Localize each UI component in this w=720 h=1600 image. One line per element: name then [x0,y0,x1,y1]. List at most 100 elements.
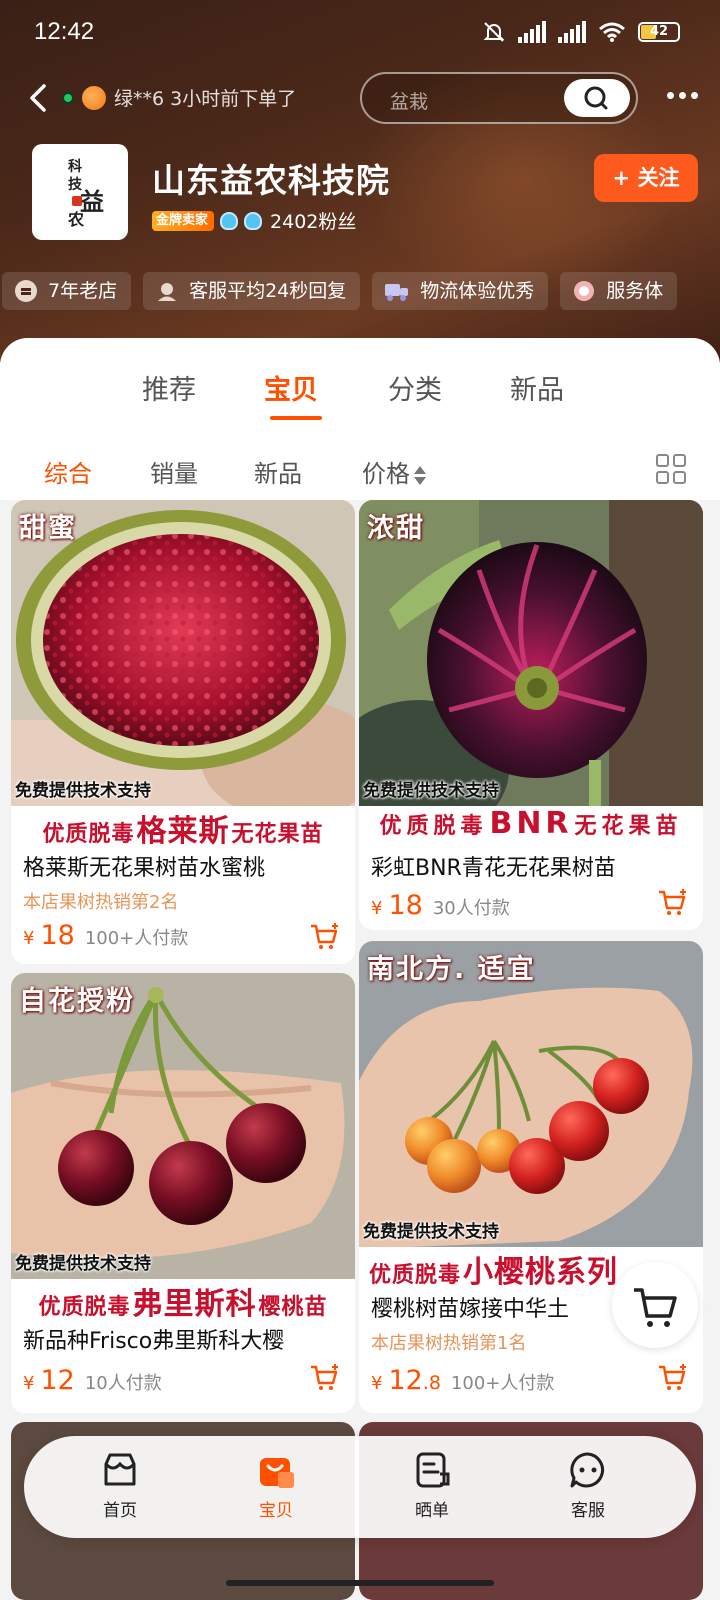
promo-banner: 优质脱毒 BNR 无花果苗 [359,806,703,846]
product-card[interactable]: 浓甜 免费提供技术支持 优质脱毒 BNR 无花果苗 彩虹BNR青花无花果树苗 ¥18… [359,500,703,930]
product-price: 12 [388,1365,423,1396]
product-rank: 本店果树热销第1名 [371,1333,527,1354]
online-dot-icon [62,91,74,104]
truck-icon [385,284,409,301]
add-to-cart-icon[interactable] [309,1363,341,1393]
nav-reviews[interactable]: 晒单 [382,1450,482,1521]
status-icons: 42 [482,20,680,44]
floating-cart-button[interactable] [612,1262,698,1348]
product-price-decimal: .8 [422,1372,441,1394]
customer-service-icon [158,283,177,301]
tag-logistics[interactable]: 物流体验优秀 [372,272,549,310]
sort-overall[interactable]: 综合 [44,454,92,489]
product-title[interactable]: 格莱斯无花果树苗水蜜桃 [23,850,347,882]
tag-store-age[interactable]: 7年老店 [2,272,132,310]
paid-count: 30人付款 [432,898,510,919]
paid-count: 100+人付款 [84,928,189,949]
tab-items[interactable]: 宝贝 [264,368,318,407]
tech-support-label: 免费提供技术支持 [363,1222,499,1242]
gold-seller-badge: 金牌卖家 [152,210,215,231]
search-placeholder: 盆栽 [390,91,429,113]
nav-items[interactable]: 宝贝 [226,1450,326,1521]
price-row: ¥18 30人付款 [371,890,510,921]
product-image[interactable]: 自花授粉 免费提供技术支持 [11,973,355,1281]
cart-icon [634,1288,677,1327]
home-icon [104,1453,136,1486]
search-button[interactable] [564,79,630,117]
tag-service[interactable]: 服务体 [560,272,678,310]
product-rank: 本店果树热销第2名 [23,892,179,913]
add-to-cart-icon[interactable] [309,922,341,952]
nav-home[interactable]: 首页 [70,1450,170,1521]
product-card[interactable]: 自花授粉 免费提供技术支持 优质脱毒 弗里斯科 樱桃苗 新品种Frisco弗里斯科大… [11,973,355,1413]
product-badge: 浓甜 [367,513,425,544]
store-info: 科 技 益 农 山东益农科技院 金牌卖家 2402粉丝 + 关注 [32,144,698,244]
crown-icon [220,211,239,230]
tab-new[interactable]: 新品 [510,368,564,407]
signal-icon-1 [518,21,546,43]
logo-seal [72,196,82,206]
product-badge: 甜蜜 [19,513,77,544]
sort-new[interactable]: 新品 [254,454,302,489]
product-title[interactable]: 新品种Frisco弗里斯科大樱 [23,1323,347,1355]
bag-icon [260,1458,294,1488]
nav-customer-service[interactable]: 客服 [538,1450,638,1521]
product-image[interactable]: 甜蜜 免费提供技术支持 [11,500,355,808]
back-icon[interactable] [22,80,58,116]
panel-header: 推荐 宝贝 分类 新品 综合 销量 新品 价格 [0,338,720,500]
tech-support-label: 免费提供技术支持 [15,1254,151,1274]
search-input[interactable]: 盆栽 [360,72,638,124]
search-icon [584,86,608,110]
tag-customer-service[interactable]: 客服平均24秒回复 [143,272,361,310]
service-icon [574,281,595,301]
sort-arrows-icon [414,465,426,485]
product-image[interactable]: 浓甜 免费提供技术支持 [359,500,703,808]
grid-view-icon[interactable] [656,454,688,486]
buyer-avatar [82,85,106,110]
mute-bell-icon [483,22,505,42]
price-row: ¥12 10人付款 [23,1365,162,1396]
bottom-nav: 首页 宝贝 晒单 客服 [24,1436,696,1538]
product-card[interactable]: 甜蜜 免费提供技术支持 优质脱毒 格莱斯 无花果苗 格莱斯无花果树苗水蜜桃 本店果树… [11,500,355,964]
product-image[interactable]: 南北方. 适宜 免费提供技术支持 [359,941,703,1249]
promo-banner: 优质脱毒 格莱斯 无花果苗 [11,806,355,846]
follow-button[interactable]: + 关注 [594,154,698,202]
sort-sales[interactable]: 销量 [150,454,198,489]
product-badge: 自花授粉 [19,986,135,1017]
recent-order-notice: 绿**6 3小时前下单了 [62,84,296,111]
product-price: 18 [40,920,75,951]
review-icon [416,1452,450,1488]
paid-count: 10人付款 [84,1373,162,1394]
store-logo[interactable]: 科 技 益 农 [32,144,128,240]
crown-icon [244,211,263,230]
store-name[interactable]: 山东益农科技院 [152,154,390,202]
top-nav: 绿**6 3小时前下单了 盆栽 [0,70,720,126]
store-age-icon [15,280,37,302]
signal-icon-2 [558,21,586,43]
tech-support-label: 免费提供技术支持 [363,781,499,801]
product-price: 18 [388,890,423,921]
product-title[interactable]: 彩虹BNR青花无花果树苗 [371,850,695,882]
price-row: ¥12.8 100+人付款 [371,1365,555,1396]
tech-support-label: 免费提供技术支持 [15,781,151,801]
product-price: 12 [40,1365,75,1396]
battery-level: 42 [649,24,669,39]
tab-underline [270,416,322,420]
tab-recommend[interactable]: 推荐 [142,368,196,407]
store-meta: 金牌卖家 2402粉丝 [152,207,356,234]
battery-icon: 42 [638,22,680,42]
product-badge: 南北方. 适宜 [367,954,536,985]
add-to-cart-icon[interactable] [657,888,689,918]
status-bar: 12:42 42 [0,0,720,66]
status-time: 12:42 [34,18,95,45]
home-indicator[interactable] [226,1580,494,1586]
chat-icon [570,1452,604,1488]
more-icon[interactable] [667,92,698,99]
price-row: ¥18 100+人付款 [23,920,189,951]
add-to-cart-icon[interactable] [657,1363,689,1393]
recent-order-text: 绿**6 3小时前下单了 [114,88,297,110]
promo-banner: 优质脱毒 弗里斯科 樱桃苗 [11,1279,355,1319]
tab-category[interactable]: 分类 [388,368,442,407]
sort-price[interactable]: 价格 [362,454,426,489]
wifi-icon [599,22,625,42]
